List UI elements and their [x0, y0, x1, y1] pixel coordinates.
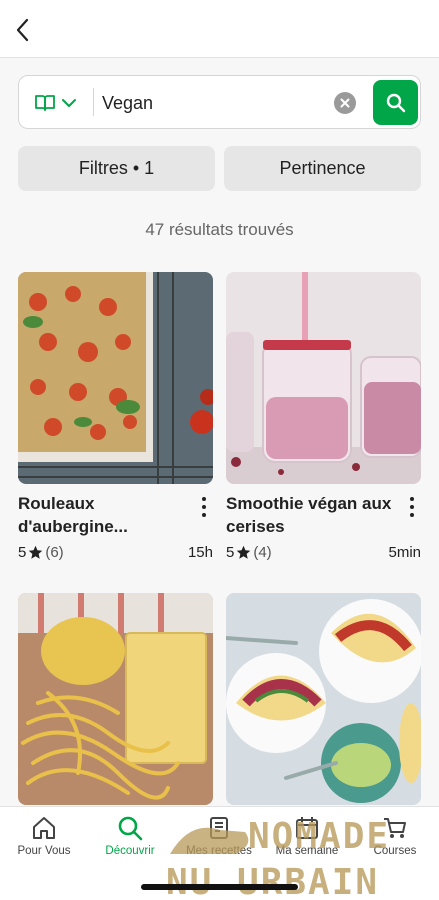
search-input[interactable] [102, 90, 322, 116]
recipe-card[interactable]: Rouleaux d'aubergine... 5 (6) 15h [18, 272, 213, 561]
nav-label: Découvrir [105, 845, 155, 857]
filters-label: Filtres • 1 [78, 158, 155, 178]
divider [93, 88, 94, 116]
sort-button[interactable]: Pertinence [224, 146, 421, 191]
recipe-card[interactable] [226, 593, 421, 805]
chevron-down-icon [62, 99, 76, 107]
rating: 5 (6) [18, 544, 64, 561]
search-bar [18, 75, 421, 129]
star-icon [237, 545, 251, 559]
nav-ma-semaine[interactable]: Ma semaine [263, 815, 351, 857]
cherry-smoothie-photo [226, 272, 421, 484]
close-icon [340, 98, 350, 108]
rating: 5 (4) [226, 544, 272, 561]
star-icon [29, 545, 43, 559]
results-count: 47 résultats trouvés [145, 220, 294, 239]
nav-label: Pour Vous [17, 845, 71, 857]
chevron-left-icon [16, 18, 29, 42]
fresh-pasta-photo [18, 593, 213, 805]
recipe-image[interactable] [226, 272, 421, 484]
clear-search-button[interactable] [334, 92, 356, 114]
nav-label: Ma semaine [275, 845, 339, 857]
more-options-icon[interactable] [403, 494, 421, 520]
vegan-tacos-photo [226, 593, 421, 805]
recipe-card[interactable]: Smoothie végan aux cerises 5 (4) 5min [226, 272, 421, 561]
cart-icon [384, 818, 406, 838]
home-indicator [141, 884, 298, 890]
home-icon [33, 817, 55, 839]
recipe-image[interactable] [18, 272, 213, 484]
top-bar [0, 0, 439, 58]
nav-label: Mes recettes [186, 845, 252, 857]
more-options-icon[interactable] [195, 494, 213, 520]
book-icon [35, 95, 55, 111]
review-count: (4) [253, 544, 272, 561]
calendar-icon [296, 817, 318, 839]
recipe-meta: 5 (4) 5min [226, 544, 421, 561]
nav-decouvrir[interactable]: Découvrir [86, 815, 174, 857]
recipe-title[interactable]: Rouleaux d'aubergine... [18, 492, 186, 538]
recipe-image[interactable] [18, 593, 213, 805]
recipe-meta: 5 (6) 15h [18, 544, 213, 561]
sort-label: Pertinence [279, 158, 366, 178]
eggplant-rolls-photo [18, 272, 213, 484]
recipe-duration: 5min [388, 544, 421, 561]
nav-label: Courses [373, 845, 417, 857]
search-icon [386, 93, 405, 112]
nav-mes-recettes[interactable]: Mes recettes [175, 815, 263, 857]
recipe-title[interactable]: Smoothie végan aux cerises [226, 492, 394, 538]
nav-pour-vous[interactable]: Pour Vous [0, 815, 88, 857]
recipe-duration: 15h [187, 544, 213, 561]
recipe-book-selector[interactable] [35, 90, 93, 116]
rating-value: 5 [18, 544, 27, 561]
rating-value: 5 [226, 544, 235, 561]
search-icon [118, 816, 143, 841]
recipe-image[interactable] [226, 593, 421, 805]
back-button[interactable] [8, 16, 36, 44]
nav-courses[interactable]: Courses [351, 815, 439, 857]
review-count: (6) [45, 544, 64, 561]
book-icon [210, 817, 228, 839]
filters-button[interactable]: Filtres • 1 [18, 146, 215, 191]
recipe-card[interactable] [18, 593, 213, 805]
search-button[interactable] [373, 80, 418, 125]
